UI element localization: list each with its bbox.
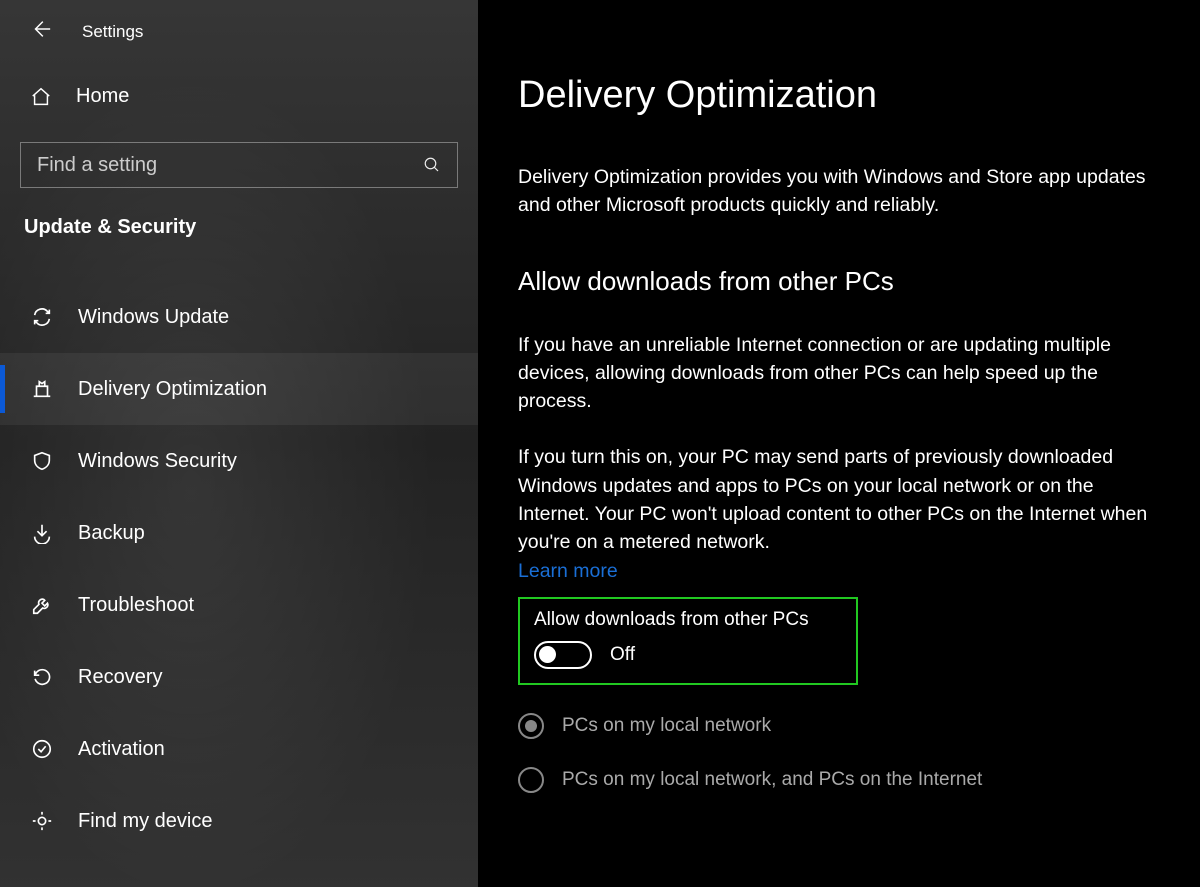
sidebar-item-label: Find my device [78,810,213,833]
radio-label: PCs on my local network [562,715,771,737]
toggle-row: Off [534,641,842,669]
sidebar-item-activation[interactable]: Activation [0,713,478,785]
sidebar-item-label: Recovery [78,666,162,689]
sync-icon [30,306,54,328]
radio-group: PCs on my local network PCs on my local n… [518,713,1172,793]
section-heading: Allow downloads from other PCs [518,266,1172,297]
backup-icon [30,522,54,544]
learn-more-link[interactable]: Learn more [518,560,618,583]
sidebar-item-windows-update[interactable]: Windows Update [0,281,478,353]
sidebar-item-label: Delivery Optimization [78,378,267,401]
radio-label: PCs on my local network, and PCs on the … [562,769,982,791]
shield-icon [30,450,54,472]
wrench-icon [30,594,54,616]
toggle-knob [539,646,556,663]
check-icon [30,738,54,760]
sidebar: Settings Home Update & Security Windows … [0,0,478,887]
main-content: Delivery Optimization Delivery Optimizat… [478,0,1200,887]
sidebar-item-label: Activation [78,738,165,761]
delivery-icon [30,378,54,400]
titlebar: Settings [0,10,478,75]
radio-button[interactable] [518,713,544,739]
search-icon [423,156,441,174]
body-paragraph-2: If you turn this on, your PC may send pa… [518,443,1168,556]
radio-option[interactable]: PCs on my local network [518,713,1172,739]
sidebar-item-troubleshoot[interactable]: Troubleshoot [0,569,478,641]
window-title: Settings [82,22,143,42]
search-box[interactable] [20,142,458,188]
radio-option[interactable]: PCs on my local network, and PCs on the … [518,767,1172,793]
allow-downloads-toggle[interactable] [534,641,592,669]
toggle-label: Allow downloads from other PCs [534,609,842,631]
sidebar-item-label: Backup [78,522,145,545]
sidebar-item-label: Troubleshoot [78,594,194,617]
home-label: Home [76,85,129,108]
body-paragraph-1: If you have an unreliable Internet conne… [518,331,1168,416]
intro-text: Delivery Optimization provides you with … [518,163,1168,220]
sidebar-item-label: Windows Update [78,306,229,329]
sidebar-item-windows-security[interactable]: Windows Security [0,425,478,497]
locate-icon [30,810,54,832]
home-button[interactable]: Home [0,75,478,118]
arrow-left-icon [30,18,52,40]
nav-list: Windows Update Delivery Optimization Windo… [0,281,478,857]
sidebar-item-backup[interactable]: Backup [0,497,478,569]
radio-button[interactable] [518,767,544,793]
sidebar-item-recovery[interactable]: Recovery [0,641,478,713]
group-header: Update & Security [0,216,478,257]
sidebar-item-label: Windows Security [78,450,237,473]
sidebar-item-delivery-optimization[interactable]: Delivery Optimization [0,353,478,425]
home-icon [30,86,52,108]
recovery-icon [30,666,54,688]
toggle-state: Off [610,644,635,666]
sidebar-item-find-my-device[interactable]: Find my device [0,785,478,857]
back-button[interactable] [30,18,52,45]
toggle-highlight-box: Allow downloads from other PCs Off [518,597,858,685]
page-title: Delivery Optimization [518,74,1172,117]
search-input[interactable] [37,154,401,177]
